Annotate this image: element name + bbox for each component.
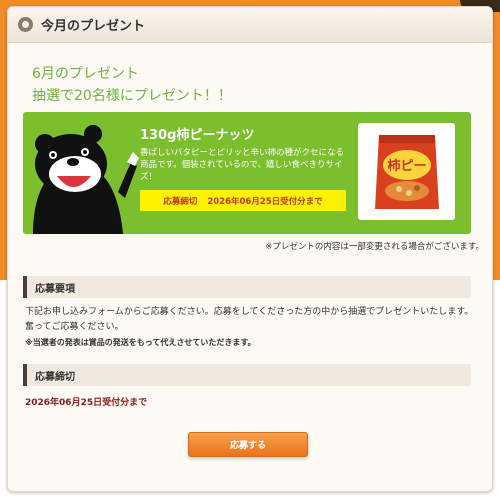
bear-mascot-icon bbox=[33, 125, 139, 234]
intro: 6月のプレゼント 抽選で20名様にプレゼント！！ bbox=[8, 43, 492, 107]
apply-button[interactable]: 応募する bbox=[188, 432, 308, 457]
deadline-badge: 応募締切 2026年06月25日受付分まで bbox=[140, 190, 346, 211]
requirements-heading-label: 応募要項 bbox=[35, 283, 75, 295]
panel-title: 今月のプレゼント bbox=[41, 19, 146, 34]
deadline-heading-label: 応募締切 bbox=[35, 371, 75, 383]
deadline-badge-label: 応募締切 bbox=[163, 196, 198, 207]
snack-package-icon: 柿ピー bbox=[374, 134, 439, 209]
winner-note: ※当選者の発表は賞品の発送をもって代えさせていただきます。 bbox=[25, 338, 256, 347]
intro-month: 6月のプレゼント bbox=[32, 66, 139, 82]
package-logo-text: 柿ピー bbox=[387, 158, 426, 174]
deadline-badge-value: 2026年06月25日受付分まで bbox=[207, 196, 323, 207]
product-name: 130g柿ピーナッツ bbox=[140, 128, 255, 143]
product-image-frame: 柿ピー bbox=[358, 123, 455, 220]
deadline-text: 2026年06月25日受付分まで bbox=[25, 398, 148, 408]
panel-header: 今月のプレゼント bbox=[8, 7, 492, 43]
requirements-heading: 応募要項 bbox=[23, 276, 471, 298]
intro-lottery: 抽選で20名様にプレゼント！！ bbox=[32, 88, 232, 104]
product-banner: 130g柿ピーナッツ 香ばしいバタピーとピリッと辛い柿の種がクセになる商品です。… bbox=[23, 112, 471, 234]
content-change-note: ※プレゼントの内容は一部変更される場合がございます。 bbox=[265, 242, 484, 252]
circle-bullet-icon bbox=[18, 17, 33, 32]
requirements-text: 下記お申し込みフォームからご応募ください。応募をしてくださった方の中から抽選でプ… bbox=[25, 307, 474, 332]
product-description: 香ばしいバタピーとピリッと辛い柿の種がクセになる商品です。個装されているので、嬉… bbox=[140, 148, 345, 182]
deadline-heading: 応募締切 bbox=[23, 364, 471, 386]
